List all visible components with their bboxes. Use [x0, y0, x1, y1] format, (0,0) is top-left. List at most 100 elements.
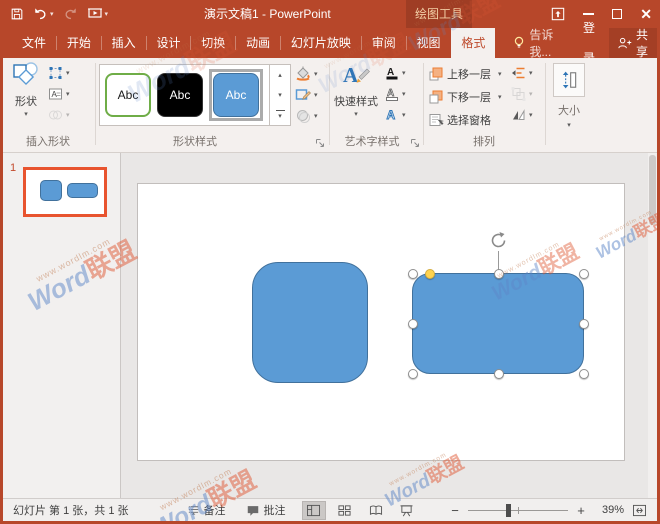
merge-shapes-button[interactable]: ▾	[47, 104, 70, 125]
quick-styles-button[interactable]: A 快速样式 ▾	[331, 61, 381, 118]
tab-file[interactable]: 文件	[12, 28, 56, 58]
gallery-scroll-up-button[interactable]: ▴	[270, 65, 290, 85]
shape-effects-caret[interactable]: ▾	[314, 112, 318, 120]
tab-home[interactable]: 开始	[57, 28, 101, 58]
rotation-handle-icon[interactable]	[489, 231, 508, 250]
adjust-handle-yellow[interactable]	[425, 269, 435, 279]
zoom-out-button[interactable]: −	[450, 503, 460, 518]
text-effects-button[interactable]: A ▾	[384, 104, 406, 125]
resize-handle-top-center[interactable]	[494, 269, 504, 279]
slideshow-dropdown-caret[interactable]: ▾	[105, 10, 109, 18]
bring-forward-button[interactable]: 上移一层 ▾	[428, 65, 502, 83]
bring-forward-caret[interactable]: ▾	[498, 70, 502, 78]
zoom-slider[interactable]	[468, 503, 568, 517]
shapes-button[interactable]: 形状 ▾	[6, 61, 46, 118]
save-button[interactable]	[10, 7, 24, 21]
shape-style-swatch-2[interactable]: Abc	[157, 73, 203, 117]
zoom-slider-thumb[interactable]	[506, 504, 511, 517]
text-outline-button[interactable]: A ▾	[384, 83, 406, 104]
undo-button[interactable]: ▾	[33, 7, 54, 21]
resize-handle-bottom-center[interactable]	[494, 369, 504, 379]
fit-slide-to-window-button[interactable]	[632, 504, 647, 517]
gallery-expand-button[interactable]: ▾	[270, 105, 290, 125]
shape-style-swatch-3-selected[interactable]: Abc	[213, 73, 259, 117]
shape-style-swatch-1[interactable]: Abc	[105, 73, 151, 117]
selection-pane-button[interactable]: 选择窗格	[428, 111, 491, 129]
shape-fill-caret[interactable]: ▾	[314, 70, 318, 78]
edit-shape-caret[interactable]: ▾	[66, 69, 70, 77]
text-effects-caret[interactable]: ▾	[402, 111, 406, 119]
zoom-percentage[interactable]: 39%	[594, 504, 624, 516]
shapes-dropdown-caret[interactable]: ▾	[6, 110, 46, 118]
maximize-button[interactable]	[612, 9, 622, 19]
ribbon-display-options-button[interactable]	[551, 7, 565, 21]
slide-editing-surface[interactable]	[137, 183, 625, 461]
text-box-caret[interactable]: ▾	[66, 90, 70, 98]
resize-handle-top-left[interactable]	[408, 269, 418, 279]
resize-handle-bottom-left[interactable]	[408, 369, 418, 379]
zoom-in-button[interactable]: +	[576, 503, 586, 518]
tab-format-active[interactable]: 格式	[451, 28, 495, 58]
share-button[interactable]: 共享	[609, 28, 660, 58]
size-caret[interactable]: ▾	[567, 122, 571, 129]
slide-sorter-view-button[interactable]	[333, 501, 357, 520]
close-button[interactable]: ✕	[640, 7, 652, 21]
tell-me-box[interactable]: 告诉我...	[505, 28, 571, 58]
comments-button[interactable]: 批注	[246, 502, 286, 518]
shape-styles-dialog-launcher[interactable]	[315, 138, 325, 148]
undo-dropdown-caret[interactable]: ▾	[50, 10, 54, 18]
redo-button[interactable]	[63, 7, 78, 21]
text-box-button[interactable]: A ▾	[47, 83, 70, 104]
tab-view[interactable]: 视图	[407, 28, 451, 58]
rounded-rectangle-shape-right-selected[interactable]	[412, 273, 584, 374]
tab-design[interactable]: 设计	[146, 28, 190, 58]
merge-shapes-caret[interactable]: ▾	[66, 111, 70, 119]
shape-fill-button[interactable]: ▾	[294, 63, 318, 84]
tab-slideshow[interactable]: 幻灯片放映	[281, 28, 361, 58]
tab-insert[interactable]: 插入	[102, 28, 146, 58]
slideshow-icon	[87, 7, 103, 21]
tab-transitions[interactable]: 切换	[191, 28, 235, 58]
bring-forward-label: 上移一层	[447, 66, 491, 82]
notes-button[interactable]: 备注	[187, 502, 226, 518]
size-button-iconbox[interactable]	[553, 63, 585, 97]
shape-outline-caret[interactable]: ▾	[314, 91, 318, 99]
start-slideshow-button[interactable]: ▾	[87, 7, 109, 21]
tab-animations[interactable]: 动画	[236, 28, 280, 58]
send-backward-button[interactable]: 下移一层 ▾	[428, 88, 502, 106]
rotate-button[interactable]: ▾	[510, 104, 533, 125]
resize-handle-middle-right[interactable]	[579, 319, 589, 329]
slide-1-thumbnail[interactable]	[23, 167, 107, 217]
align-button[interactable]: ▾	[510, 62, 533, 83]
share-label: 共享	[636, 26, 648, 60]
selection-pane-icon	[428, 112, 444, 128]
text-fill-caret[interactable]: ▾	[402, 69, 406, 77]
resize-handle-middle-left[interactable]	[408, 319, 418, 329]
vertical-scrollbar[interactable]	[648, 153, 657, 498]
shape-effects-icon	[294, 107, 312, 124]
tab-review[interactable]: 审阅	[362, 28, 406, 58]
send-backward-icon	[428, 89, 444, 105]
rounded-rectangle-shape-left[interactable]	[252, 262, 368, 383]
shape-outline-button[interactable]: ▾	[294, 84, 318, 105]
wordart-dialog-launcher[interactable]	[410, 138, 420, 148]
resize-handle-bottom-right[interactable]	[579, 369, 589, 379]
shape-effects-button[interactable]: ▾	[294, 105, 318, 126]
rotate-caret[interactable]: ▾	[529, 111, 533, 119]
text-box-icon: A	[47, 86, 64, 102]
group-objects-button[interactable]: ▾	[510, 83, 533, 104]
send-backward-caret[interactable]: ▾	[498, 93, 502, 101]
normal-view-button[interactable]	[302, 501, 326, 520]
text-outline-caret[interactable]: ▾	[402, 90, 406, 98]
notes-label: 备注	[204, 502, 226, 518]
edit-shape-button[interactable]: ▾	[47, 62, 70, 83]
quick-styles-caret[interactable]: ▾	[331, 110, 381, 118]
gallery-scroll-down-button[interactable]: ▾	[270, 85, 290, 105]
group-objects-caret[interactable]: ▾	[529, 90, 533, 98]
resize-handle-top-right[interactable]	[579, 269, 589, 279]
align-caret[interactable]: ▾	[529, 69, 533, 77]
text-fill-button[interactable]: A ▾	[384, 62, 406, 83]
slideshow-view-button[interactable]	[395, 501, 419, 520]
reading-view-button[interactable]	[364, 501, 388, 520]
vertical-scrollbar-thumb[interactable]	[649, 155, 656, 225]
